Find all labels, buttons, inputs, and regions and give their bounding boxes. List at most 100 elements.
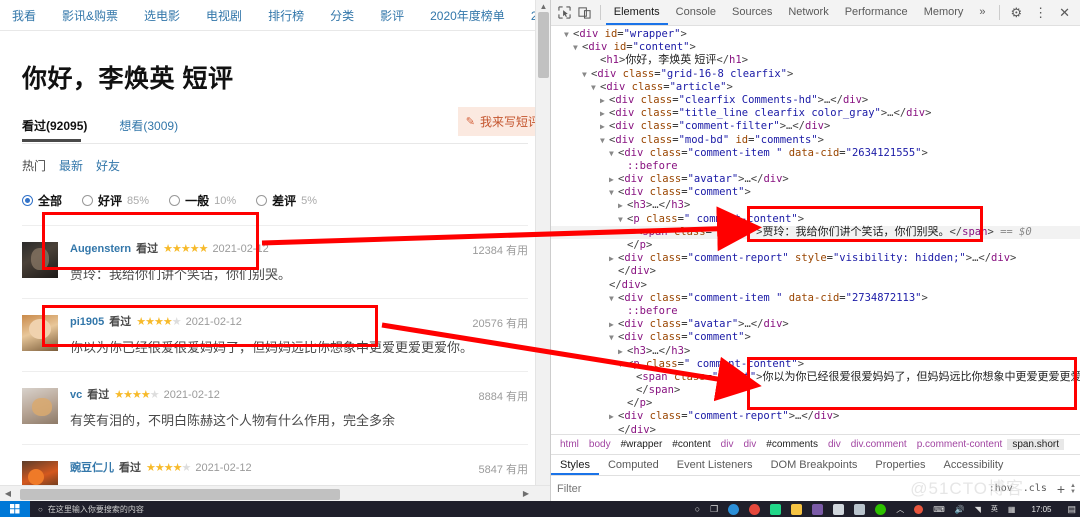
avatar[interactable] bbox=[22, 242, 58, 278]
app-icon-5[interactable] bbox=[812, 503, 824, 515]
comment-votes[interactable]: 5847 有用 bbox=[478, 461, 528, 477]
dom-node-line[interactable]: ▼ <div class="mod-bd" id="comments"> bbox=[551, 134, 1080, 147]
vertical-scroll-thumb[interactable] bbox=[538, 12, 549, 78]
comment-votes[interactable]: 8884 有用 bbox=[478, 388, 528, 404]
dom-twisty-icon[interactable]: ▶ bbox=[609, 173, 618, 186]
app-icon-7[interactable] bbox=[854, 503, 866, 515]
horizontal-scroll-thumb[interactable] bbox=[20, 489, 340, 500]
devtools-tab-memory[interactable]: Memory bbox=[916, 0, 972, 25]
kebab-menu-icon[interactable]: ⋮ bbox=[1028, 5, 1053, 21]
gear-icon[interactable]: ⚙ bbox=[1004, 5, 1028, 21]
page-horizontal-scrollbar[interactable]: ◀ ▶ bbox=[0, 485, 550, 501]
dom-node-line[interactable]: ▼ <div id="wrapper"> bbox=[551, 28, 1080, 41]
network-icon[interactable]: ◥ bbox=[975, 505, 981, 514]
breadcrumb-item[interactable]: span.short bbox=[1007, 439, 1065, 450]
breadcrumb-item[interactable]: div bbox=[823, 439, 846, 450]
pycharm-icon[interactable] bbox=[770, 503, 782, 515]
devtools-tab-network[interactable]: Network bbox=[780, 0, 836, 25]
language-icon[interactable]: 英 bbox=[991, 504, 998, 514]
comment-username[interactable]: Augenstern bbox=[70, 242, 131, 256]
hov-toggle[interactable]: :hov bbox=[984, 483, 1018, 494]
dom-node-line[interactable]: ▶ <div class="title_line clearfix color_g… bbox=[551, 107, 1080, 120]
new-style-rule-button[interactable]: + bbox=[1052, 481, 1070, 497]
avatar[interactable] bbox=[22, 315, 58, 351]
filter-bad[interactable]: 差评 5% bbox=[256, 192, 317, 209]
breadcrumb-item[interactable]: div bbox=[716, 439, 739, 450]
dom-twisty-icon[interactable]: ▼ bbox=[591, 81, 600, 94]
chrome-icon[interactable] bbox=[749, 503, 761, 515]
volume-icon[interactable]: 🔊 bbox=[955, 505, 965, 514]
dom-node-line[interactable]: </span> bbox=[551, 384, 1080, 397]
breadcrumb-item[interactable]: #wrapper bbox=[616, 439, 668, 450]
comment-votes[interactable]: 20576 有用 bbox=[472, 315, 528, 331]
dom-node-line[interactable]: ▼ <div class="comment-item " data-cid="27… bbox=[551, 292, 1080, 305]
taskbar-search-glass-icon[interactable]: ○ bbox=[695, 504, 700, 514]
dom-node-line[interactable]: </div> bbox=[551, 279, 1080, 292]
filter-good[interactable]: 好评 85% bbox=[82, 192, 149, 209]
dom-node-line[interactable]: </div> bbox=[551, 265, 1080, 278]
comment-username[interactable]: pi1905 bbox=[70, 315, 104, 329]
devtools-tab-elements[interactable]: Elements bbox=[605, 0, 668, 25]
sub-tab-computed[interactable]: Computed bbox=[599, 455, 668, 475]
breadcrumb-item[interactable]: p.comment-content bbox=[912, 439, 1008, 450]
dom-node-line[interactable]: ▼ <div class="comment"> bbox=[551, 331, 1080, 344]
devtools-tab-console[interactable]: Console bbox=[668, 0, 724, 25]
sub-tab-properties[interactable]: Properties bbox=[866, 455, 934, 475]
dom-twisty-icon[interactable]: ▶ bbox=[600, 107, 609, 120]
tab-watched[interactable]: 看过(92095) bbox=[22, 117, 87, 142]
comment-votes[interactable]: 12384 有用 bbox=[472, 242, 528, 258]
dom-twisty-icon[interactable]: ▼ bbox=[609, 331, 618, 344]
dom-node-line[interactable]: <span class="short">贾玲：我给你们讲个笑话，你们别哭。</s… bbox=[551, 225, 1080, 239]
close-icon[interactable]: ✕ bbox=[1053, 5, 1076, 21]
page-vertical-scrollbar[interactable]: ▲ ▼ bbox=[535, 0, 550, 501]
scroll-right-arrow-icon[interactable]: ▶ bbox=[518, 486, 534, 501]
nav-item-4[interactable]: 排行榜 bbox=[255, 7, 317, 24]
comment-username[interactable]: vc bbox=[70, 388, 82, 402]
breadcrumb-item[interactable]: #comments bbox=[761, 439, 823, 450]
input-method-icon[interactable]: ⌨ bbox=[933, 505, 945, 514]
tab-wish[interactable]: 想看(3009) bbox=[119, 117, 178, 141]
comment-username[interactable]: 豌豆仁儿 bbox=[70, 461, 114, 475]
sort-hot[interactable]: 热门 bbox=[22, 157, 46, 174]
breadcrumb-item[interactable]: #content bbox=[667, 439, 715, 450]
taskbar-clock[interactable]: 17:05 bbox=[1025, 505, 1057, 514]
wechat-icon[interactable] bbox=[875, 503, 887, 515]
dom-node-line[interactable]: ▼ <div class="grid-16-8 clearfix"> bbox=[551, 68, 1080, 81]
nav-item-1[interactable]: 影讯&购票 bbox=[49, 7, 131, 24]
dom-node-line[interactable]: ▶ <div class="comment-report" style="visi… bbox=[551, 252, 1080, 265]
dom-twisty-icon[interactable]: ▼ bbox=[600, 134, 609, 147]
dom-twisty-icon[interactable]: ▶ bbox=[609, 410, 618, 423]
windows-start-icon[interactable] bbox=[0, 501, 30, 517]
dom-node-line[interactable]: </p> bbox=[551, 239, 1080, 252]
scroll-left-arrow-icon[interactable]: ◀ bbox=[0, 486, 16, 501]
dom-twisty-icon[interactable]: ▼ bbox=[618, 358, 627, 371]
nav-item-2[interactable]: 选电影 bbox=[131, 7, 193, 24]
dom-node-line[interactable]: ▼ <div class="comment-item " data-cid="26… bbox=[551, 147, 1080, 160]
dom-node-line[interactable]: </div> bbox=[551, 424, 1080, 434]
cls-toggle[interactable]: .cls bbox=[1018, 483, 1052, 494]
dom-node-line[interactable]: ::before bbox=[551, 160, 1080, 173]
dom-twisty-icon[interactable]: ▶ bbox=[618, 199, 627, 212]
nav-item-5[interactable]: 分类 bbox=[317, 7, 367, 24]
sub-tab-styles[interactable]: Styles bbox=[551, 455, 599, 475]
devtools-tab-sources[interactable]: Sources bbox=[724, 0, 780, 25]
sort-friends[interactable]: 好友 bbox=[96, 157, 120, 174]
device-toolbar-icon[interactable] bbox=[575, 2, 595, 24]
dom-twisty-icon[interactable]: ▶ bbox=[618, 345, 627, 358]
dom-node-line[interactable]: ▶ <div class="clearfix Comments-hd">…</di… bbox=[551, 94, 1080, 107]
dom-twisty-icon[interactable]: ▶ bbox=[600, 120, 609, 133]
edge-icon[interactable] bbox=[728, 503, 740, 515]
nav-item-6[interactable]: 影评 bbox=[367, 7, 417, 24]
dom-node-line[interactable]: ▼ <div class="comment"> bbox=[551, 186, 1080, 199]
sub-tab-accessibility[interactable]: Accessibility bbox=[935, 455, 1013, 475]
app-icon-6[interactable] bbox=[833, 503, 845, 515]
nav-item-7[interactable]: 2020年度榜单 bbox=[417, 7, 518, 24]
dom-twisty-icon[interactable]: ▼ bbox=[609, 147, 618, 160]
dom-tree[interactable]: ▼ <div id="wrapper"> ▼ <div id="content"> <h… bbox=[551, 26, 1080, 434]
dom-node-line[interactable]: ▶ <div class="comment-report">…</div> bbox=[551, 410, 1080, 423]
dom-twisty-icon[interactable]: ▼ bbox=[609, 292, 618, 305]
breadcrumb-item[interactable]: div bbox=[738, 439, 761, 450]
dom-node-line[interactable]: ::before bbox=[551, 305, 1080, 318]
avatar[interactable] bbox=[22, 388, 58, 424]
dom-node-line[interactable]: ▼ <p class=" comment-content"> bbox=[551, 213, 1080, 226]
